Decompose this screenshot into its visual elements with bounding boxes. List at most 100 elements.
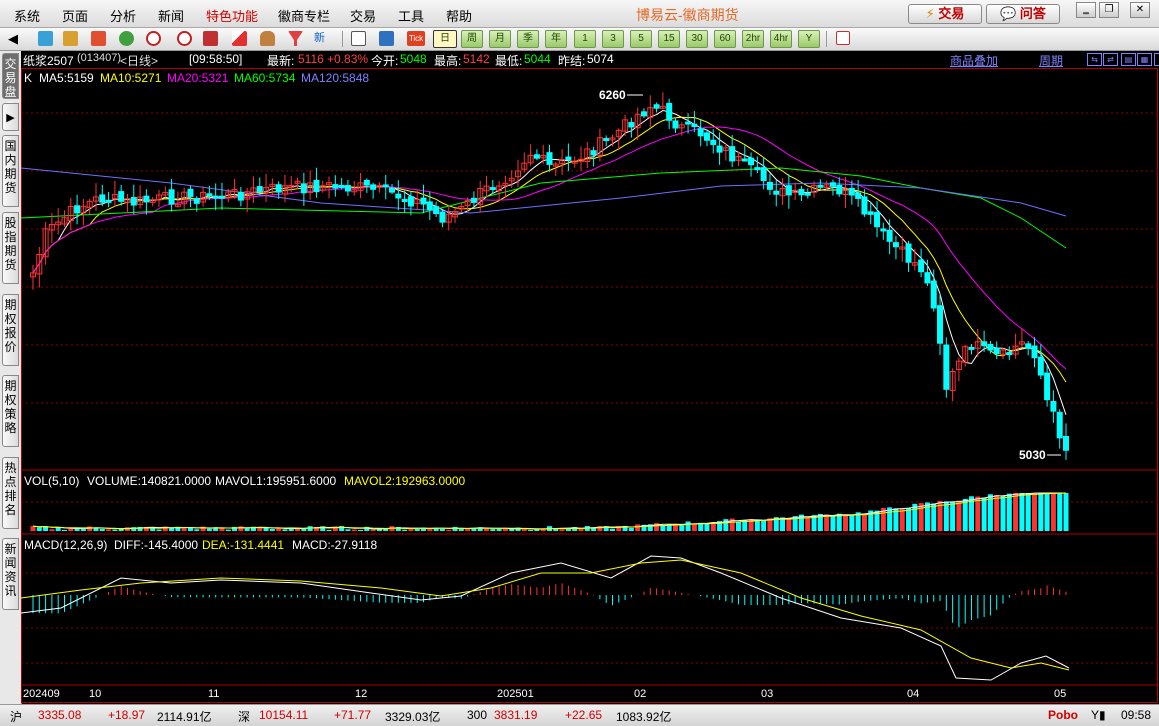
volume-bar <box>225 529 231 531</box>
grid-icon[interactable] <box>379 31 394 46</box>
candle-body <box>836 184 843 195</box>
volume-bar <box>257 528 263 531</box>
candle-body <box>716 145 723 153</box>
window-icon[interactable] <box>203 31 218 46</box>
database-icon[interactable] <box>63 31 78 46</box>
period-5min-button[interactable]: 5 <box>630 30 652 48</box>
volume-bar <box>181 528 187 531</box>
macd-histogram <box>32 583 1067 628</box>
zoom-out-icon[interactable] <box>177 31 192 46</box>
menu-tools[interactable]: 工具 <box>398 6 424 25</box>
tab-option-strategy[interactable]: 期权策略 <box>2 375 19 447</box>
back-arrow-icon[interactable]: ◀ <box>8 31 23 46</box>
candle-body <box>193 198 200 204</box>
minimize-button[interactable]: ‗ <box>1076 2 1096 18</box>
period-day-button[interactable]: 日 <box>433 30 457 48</box>
tab-hot-ranking[interactable]: 热点排名 <box>2 457 19 529</box>
volume-bar <box>754 519 760 531</box>
zoom-in-icon[interactable] <box>146 31 161 46</box>
candle-body <box>439 211 446 223</box>
sh-change: +18.97 <box>108 708 146 722</box>
period-3min-button[interactable]: 3 <box>602 30 624 48</box>
volume-bar <box>628 528 634 531</box>
menu-features[interactable]: 特色功能 <box>206 6 258 25</box>
volume-bar <box>559 529 565 531</box>
tab-index-futures[interactable]: 股指期货 <box>2 212 19 284</box>
x-axis-label: 03 <box>761 688 773 700</box>
quote-list-icon[interactable] <box>38 31 53 46</box>
volume-bar <box>1044 493 1050 531</box>
period-week-button[interactable]: 周 <box>461 30 483 48</box>
chart-close-icon[interactable]: ✕ <box>1154 53 1159 66</box>
period-y-button[interactable]: Y <box>798 30 820 48</box>
volume-bar <box>906 507 912 531</box>
tab-domestic-futures[interactable]: 国内期货 <box>2 135 19 207</box>
tab-news[interactable]: 新闻资讯 <box>2 538 19 610</box>
calendar-icon[interactable] <box>836 31 850 45</box>
sz-index: 10154.11 <box>259 708 309 722</box>
high-label: 最高: <box>434 54 462 68</box>
filter-icon[interactable] <box>288 31 303 46</box>
x-axis-label: 04 <box>907 688 919 700</box>
volume-bar <box>981 497 987 531</box>
trade-button[interactable]: ⚡ 交易 <box>908 4 982 24</box>
volume-bar <box>685 521 691 531</box>
menu-help[interactable]: 帮助 <box>446 6 472 25</box>
period-60min-button[interactable]: 60 <box>714 30 736 48</box>
overlay-commodity-link[interactable]: 商品叠加 <box>950 52 998 69</box>
period-4hr-button[interactable]: 4hr <box>770 30 792 48</box>
period-1min-button[interactable]: 1 <box>574 30 596 48</box>
period-link[interactable]: 周期 <box>1039 52 1063 69</box>
tab-trading-panel[interactable]: 交易盘 3 <box>2 53 19 113</box>
price-chart[interactable]: K MA5:5159 MA10:5271 MA20:5321 MA60:5734… <box>21 68 1159 704</box>
open-price: 5048 <box>400 52 427 66</box>
shift-left-icon[interactable]: ⇆ <box>1087 53 1102 66</box>
period-month-button[interactable]: 月 <box>489 30 511 48</box>
shift-right-icon[interactable]: ⇄ <box>1103 53 1118 66</box>
menu-news[interactable]: 新闻 <box>158 6 184 25</box>
volume-bar <box>956 500 962 531</box>
x-axis-label: 02 <box>634 688 646 700</box>
layout-icon[interactable]: ▦ <box>1137 53 1152 66</box>
volume-bar <box>1025 493 1031 531</box>
candle-body <box>401 198 408 202</box>
menu-huishang-column[interactable]: 徽商专栏 <box>278 6 330 25</box>
table-icon[interactable] <box>351 31 366 46</box>
period-quarter-button[interactable]: 季 <box>517 30 539 48</box>
menu-page[interactable]: 页面 <box>62 6 88 25</box>
menu-system[interactable]: 系统 <box>14 6 40 25</box>
refresh-icon[interactable] <box>119 31 134 46</box>
candle-body <box>118 191 125 202</box>
x-axis-label: 202409 <box>23 688 60 700</box>
toolbox-icon[interactable] <box>260 31 275 46</box>
candle-body <box>590 150 597 156</box>
new-badge-icon[interactable]: 新 <box>314 31 334 46</box>
low-label: 最低: <box>495 54 523 68</box>
x-axis-label: 05 <box>1054 688 1066 700</box>
period-30min-button[interactable]: 30 <box>686 30 708 48</box>
pencil-icon[interactable] <box>232 31 247 46</box>
candle-body <box>338 184 345 188</box>
restore-button[interactable]: ❐ <box>1099 2 1119 18</box>
volume-bar <box>975 496 981 531</box>
candle-body <box>565 156 572 161</box>
expand-icon[interactable]: ▤ <box>1121 53 1136 66</box>
candle-body <box>470 197 477 203</box>
tab-option-quotes[interactable]: 期权报价 <box>2 294 19 366</box>
qa-button[interactable]: 💬 问答 <box>986 4 1060 24</box>
open-label: 今开: <box>371 54 399 68</box>
clock: 09:58 <box>1121 708 1152 722</box>
period-15min-button[interactable]: 15 <box>658 30 680 48</box>
report-icon[interactable] <box>91 31 106 46</box>
menu-analysis[interactable]: 分析 <box>110 6 136 25</box>
close-button[interactable]: ✕ <box>1130 2 1150 18</box>
tick-chart-icon[interactable]: Tick <box>407 31 425 46</box>
menu-trade[interactable]: 交易 <box>350 6 376 25</box>
volume-bar <box>824 514 830 531</box>
candle-body <box>993 347 1000 355</box>
period-year-button[interactable]: 年 <box>545 30 567 48</box>
candle-body <box>760 167 767 182</box>
period-2hr-button[interactable]: 2hr <box>742 30 764 48</box>
volume-bar <box>99 528 105 531</box>
tab-collapse[interactable]: ▶ <box>2 103 19 131</box>
